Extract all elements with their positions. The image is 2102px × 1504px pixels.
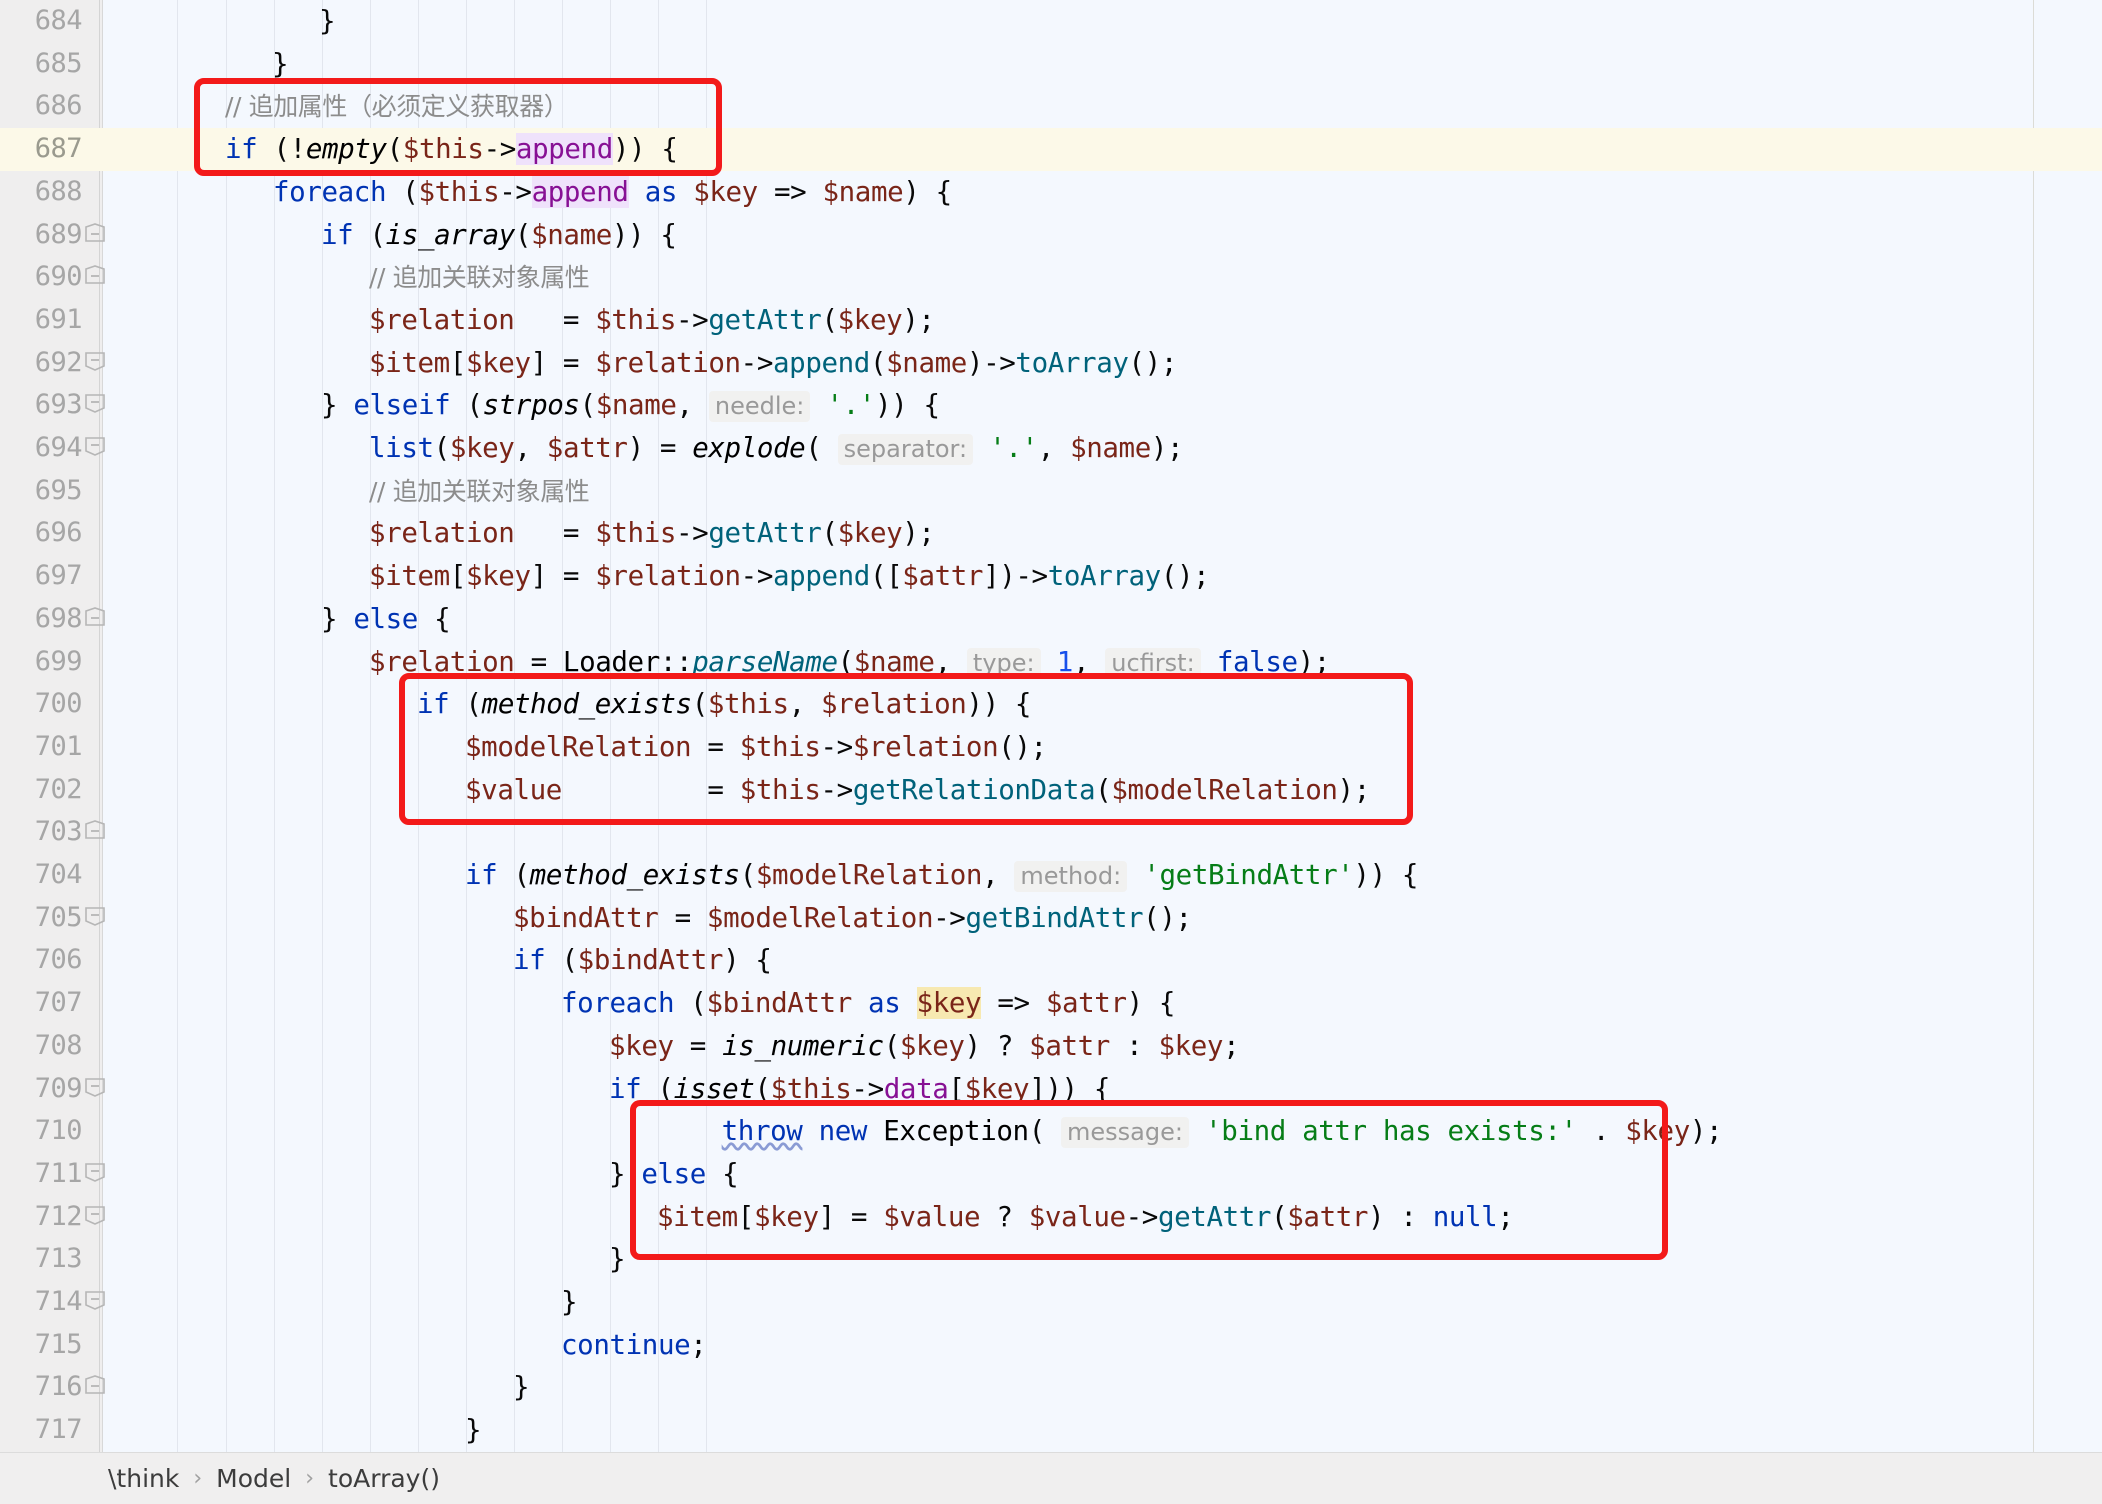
line-number: 692 bbox=[34, 346, 83, 378]
line-number: 703 bbox=[34, 816, 83, 848]
code-line[interactable]: 709 if (isset($this->data[$key])) { bbox=[0, 1068, 2102, 1310]
code-line[interactable]: 698 } else { bbox=[0, 598, 2102, 840]
line-number: 717 bbox=[34, 1414, 83, 1446]
inline-hint-method: method: bbox=[1014, 861, 1128, 892]
line-number: 709 bbox=[34, 1072, 83, 1104]
code-line[interactable]: 692 $item[$key] = $relation->append($nam… bbox=[0, 342, 2102, 385]
chevron-right-icon: › bbox=[193, 1466, 203, 1491]
ide-editor-window: 684 } 685 } 686 // 追加属性（必须定义获取器） 687 if … bbox=[0, 0, 2102, 1504]
code-line[interactable]: 710 throw new Exception( message: 'bind … bbox=[0, 1110, 2102, 1153]
line-number: 685 bbox=[34, 47, 83, 79]
line-number: 701 bbox=[34, 730, 83, 762]
inline-hint-message: message: bbox=[1061, 1117, 1189, 1149]
code-line[interactable]: 701 $modelRelation = $this->$relation(); bbox=[0, 726, 2102, 769]
breadcrumb-item-class[interactable]: Model bbox=[216, 1464, 291, 1493]
line-number: 689 bbox=[34, 218, 83, 250]
inline-hint-type: type: bbox=[966, 647, 1041, 679]
line-number: 693 bbox=[34, 389, 83, 421]
code-line[interactable]: 689 if (is_array($name)) { bbox=[0, 214, 2102, 456]
code-line[interactable]: 716 } bbox=[0, 1366, 2102, 1409]
line-number: 714 bbox=[34, 1286, 83, 1317]
code-line[interactable]: 685 } bbox=[0, 43, 2102, 285]
code-line[interactable]: 693 } elseif (strpos($name, needle: '.')… bbox=[0, 384, 2102, 626]
line-number: 700 bbox=[34, 688, 83, 720]
highlighted-identifier-key: $key bbox=[916, 987, 982, 1020]
code-line[interactable]: 695 // 追加关联对象属性 bbox=[0, 470, 2102, 513]
line-number: 691 bbox=[34, 303, 83, 335]
highlighted-identifier-append: append bbox=[531, 175, 629, 208]
line-number: 706 bbox=[34, 944, 83, 976]
code-line[interactable]: 697 $item[$key] = $relation->append([$at… bbox=[0, 555, 2102, 598]
code-line[interactable]: 705 $bindAttr = $modelRelation->getBindA… bbox=[0, 897, 2102, 940]
line-number: 684 bbox=[34, 5, 83, 36]
code-line[interactable]: 711 } else { bbox=[0, 1153, 2102, 1395]
code-line[interactable]: 706 if ($bindAttr) { bbox=[0, 939, 2102, 1182]
inline-hint-separator: separator: bbox=[837, 434, 974, 465]
line-number: 712 bbox=[34, 1200, 83, 1232]
line-number: 686 bbox=[34, 90, 83, 122]
code-line[interactable]: 690 // 追加关联对象属性 bbox=[0, 256, 2102, 299]
code-line[interactable]: 714 } bbox=[0, 1281, 2102, 1324]
line-number: 710 bbox=[34, 1115, 83, 1147]
inline-hint-needle: needle: bbox=[708, 391, 811, 423]
code-line[interactable]: 715 continue; bbox=[0, 1324, 2102, 1367]
code-comment: // 追加属性（必须定义获取器） bbox=[225, 92, 569, 122]
code-line[interactable]: 700 if (method_exists($this, $relation))… bbox=[0, 683, 2102, 926]
code-editor[interactable]: 684 } 685 } 686 // 追加属性（必须定义获取器） 687 if … bbox=[0, 0, 2102, 1452]
line-number: 707 bbox=[34, 987, 83, 1019]
code-line[interactable]: 684 } bbox=[0, 0, 2102, 242]
breadcrumb-item-namespace[interactable]: \think bbox=[108, 1464, 179, 1493]
code-line-current[interactable]: 687 if (!empty($this->append)) { bbox=[0, 128, 2102, 371]
breadcrumb-item-method[interactable]: toArray() bbox=[328, 1464, 440, 1493]
line-number: 694 bbox=[34, 432, 83, 463]
line-number: 702 bbox=[34, 773, 83, 805]
line-number: 688 bbox=[34, 175, 83, 207]
line-number: 716 bbox=[34, 1371, 83, 1403]
highlighted-identifier-append: append bbox=[515, 133, 613, 166]
code-line[interactable]: 702 $value = $this->getRelationData($mod… bbox=[0, 769, 2102, 812]
throw-keyword-with-warning: throw bbox=[721, 1115, 803, 1148]
code-line[interactable]: 686 // 追加属性（必须定义获取器） bbox=[0, 85, 2102, 128]
line-number: 699 bbox=[34, 645, 83, 677]
code-line[interactable]: 717 } bbox=[0, 1409, 2102, 1452]
code-line[interactable]: 707 foreach ($bindAttr as $key => $attr)… bbox=[0, 982, 2102, 1225]
line-number: 704 bbox=[34, 859, 83, 890]
code-line[interactable]: 696 $relation = $this->getAttr($key); bbox=[0, 512, 2102, 555]
line-number: 698 bbox=[34, 602, 83, 634]
code-comment: // 追加关联对象属性 bbox=[369, 476, 590, 506]
code-line[interactable]: 694 list($key, $attr) = explode( separat… bbox=[0, 427, 2102, 470]
line-number: 687 bbox=[0, 128, 96, 171]
breadcrumb: \think › Model › toArray() bbox=[0, 1452, 2102, 1504]
code-line[interactable]: 712 $item[$key] = $value ? $value->getAt… bbox=[0, 1196, 2102, 1239]
inline-hint-ucfirst: ucfirst: bbox=[1105, 647, 1201, 679]
code-line[interactable]: 691 $relation = $this->getAttr($key); bbox=[0, 299, 2102, 342]
code-line[interactable]: 688 foreach ($this->append as $key => $n… bbox=[0, 171, 2102, 414]
line-number: 690 bbox=[34, 261, 83, 293]
code-comment: // 追加关联对象属性 bbox=[369, 263, 590, 293]
line-number: 708 bbox=[34, 1029, 83, 1061]
code-line[interactable]: 703 bbox=[0, 811, 2102, 854]
code-line[interactable]: 708 $key = is_numeric($key) ? $attr : $k… bbox=[0, 1025, 2102, 1068]
code-line[interactable]: 699 $relation = Loader::parseName($name,… bbox=[0, 641, 2102, 684]
code-line[interactable]: 704 if (method_exists($modelRelation, me… bbox=[0, 854, 2102, 1097]
line-number: 696 bbox=[34, 517, 83, 549]
line-number: 715 bbox=[34, 1328, 83, 1360]
line-number: 713 bbox=[34, 1243, 83, 1275]
line-number: 705 bbox=[34, 901, 83, 933]
line-number: 711 bbox=[34, 1157, 83, 1189]
line-number: 695 bbox=[34, 474, 83, 506]
chevron-right-icon: › bbox=[305, 1466, 315, 1491]
code-line[interactable]: 713 } bbox=[0, 1238, 2102, 1281]
line-number: 697 bbox=[34, 560, 83, 592]
